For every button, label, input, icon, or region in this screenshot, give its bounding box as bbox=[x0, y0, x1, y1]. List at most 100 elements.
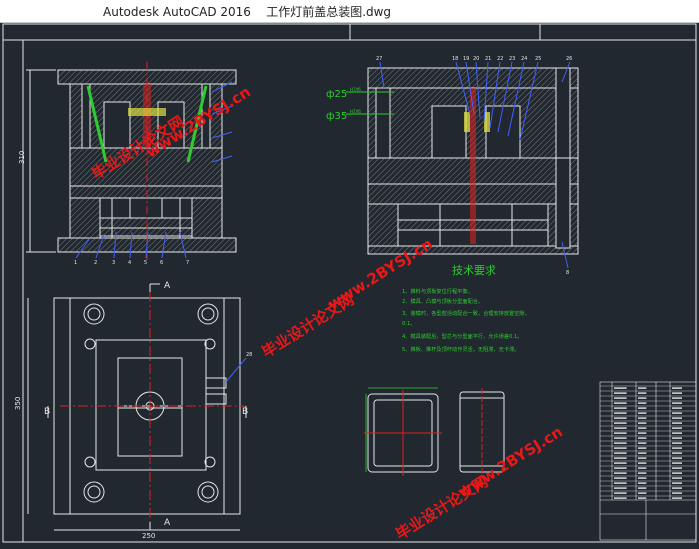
section-b-left: B bbox=[44, 407, 50, 417]
bom-cell-text bbox=[638, 437, 647, 439]
bom-cell-text bbox=[614, 462, 627, 464]
tech-note-1: 1、推料与顶板复位行程平衡。 bbox=[402, 287, 473, 295]
bom-cell-text bbox=[638, 412, 647, 414]
bom-cell-text bbox=[614, 417, 627, 419]
bom-cell-text bbox=[672, 452, 682, 454]
balloon-4: 4 bbox=[128, 260, 131, 266]
right-sprue bbox=[470, 88, 476, 244]
bom-cell-text bbox=[614, 497, 627, 499]
bom-cell-text bbox=[672, 412, 682, 414]
bom-cell-text bbox=[672, 432, 682, 434]
bom-cell-text bbox=[638, 427, 647, 429]
dim-plan-height: 350 bbox=[14, 397, 22, 410]
left-balloons: 1 2 3 4 5 6 7 bbox=[74, 260, 189, 266]
tech-note-6: 5、推板、推杆及顶杆动作灵活，无阻滞，无卡滞。 bbox=[402, 345, 519, 353]
bom-cell-text bbox=[638, 452, 647, 454]
bom-cell-text bbox=[672, 427, 682, 429]
bom-cell-text bbox=[638, 442, 647, 444]
bom-cell-text bbox=[638, 407, 647, 409]
bom-cell-text bbox=[638, 402, 647, 404]
dim-plan-width: 250 bbox=[142, 532, 155, 540]
dim-phi-25: ф25 bbox=[326, 89, 347, 100]
bom-cell-text bbox=[638, 497, 647, 499]
balloon-18: 18 bbox=[452, 56, 458, 62]
bom-cell-text bbox=[614, 397, 627, 399]
bom-cell-text bbox=[672, 467, 682, 469]
dim-left-height: 310 bbox=[18, 151, 26, 164]
bom-cell-text bbox=[638, 447, 647, 449]
bom-cell-text bbox=[638, 457, 647, 459]
window-title: Autodesk AutoCAD 2016 工作灯前盖总装图.dwg bbox=[103, 3, 391, 20]
plan-leader bbox=[225, 357, 247, 383]
plan-dimensions bbox=[27, 298, 240, 531]
dimension-left-height bbox=[26, 69, 56, 253]
bom-cell-text bbox=[638, 417, 647, 419]
balloon-26: 26 bbox=[566, 56, 572, 62]
bom-cell-text bbox=[672, 447, 682, 449]
file-name: 工作灯前盖总装图.dwg bbox=[266, 5, 392, 19]
bom-cell-text bbox=[672, 397, 682, 399]
bom-cell-text bbox=[614, 402, 627, 404]
balloon-27: 27 bbox=[376, 56, 382, 62]
plan-section-marks bbox=[47, 283, 247, 531]
tech-note-2: 2、模具、凸模与顶板分型面配合。 bbox=[402, 297, 483, 305]
bom-cell-text bbox=[672, 477, 682, 479]
part-front-centerlines bbox=[364, 390, 442, 476]
bom-cell-text bbox=[614, 407, 627, 409]
bom-cell-text bbox=[614, 447, 627, 449]
bom-cell-text bbox=[672, 402, 682, 404]
bom-cell-text bbox=[638, 392, 647, 394]
balloon-2: 2 bbox=[94, 260, 97, 266]
balloon-8: 8 bbox=[566, 270, 569, 276]
tech-requirements-notes: 1、推料与顶板复位行程平衡。 2、模具、凸模与顶板分型面配合。 3、装模时，各型… bbox=[402, 287, 530, 353]
bom-cell-text bbox=[638, 492, 647, 494]
bom-cell-text bbox=[614, 467, 627, 469]
tech-note-3: 3、装模时，各型腔活动配合一致，合理安排放置空隙， bbox=[402, 309, 530, 317]
bom-cell-text bbox=[672, 462, 682, 464]
window-titlebar: Autodesk AutoCAD 2016 工作灯前盖总装图.dwg bbox=[0, 0, 699, 23]
bom-cell-text bbox=[614, 442, 627, 444]
balloon-1: 1 bbox=[74, 260, 77, 266]
bom-cell-text bbox=[614, 412, 627, 414]
bom-cell-text bbox=[638, 422, 647, 424]
balloon-7: 7 bbox=[186, 260, 189, 266]
bom-cell-text bbox=[638, 387, 647, 389]
balloon-23: 23 bbox=[509, 56, 515, 62]
plan-centerlines bbox=[60, 292, 246, 522]
bom-cell-text bbox=[672, 457, 682, 459]
drawing-canvas[interactable]: 310 1 2 3 4 5 6 7 18 19 20 21 22 23 24 2… bbox=[0, 22, 699, 545]
part-front-dims bbox=[365, 387, 438, 472]
section-b-right: B bbox=[242, 407, 248, 417]
tech-note-5: 4、模具装配后，型芯与分型面平行，允许误差0.1。 bbox=[402, 332, 523, 340]
balloon-20: 20 bbox=[473, 56, 479, 62]
bom-cell-text bbox=[672, 437, 682, 439]
app-name: Autodesk AutoCAD 2016 bbox=[103, 5, 251, 19]
bom-cell-text bbox=[614, 452, 627, 454]
balloon-28: 28 bbox=[246, 352, 252, 358]
bom-cell-text bbox=[672, 472, 682, 474]
tech-requirements-title: 技术要求 bbox=[452, 264, 496, 277]
bom-cell-text bbox=[614, 392, 627, 394]
balloon-3: 3 bbox=[112, 260, 115, 266]
bom-cell-text bbox=[638, 477, 647, 479]
bom-cell-text bbox=[638, 472, 647, 474]
bom-cell-text bbox=[672, 497, 682, 499]
bom-cell-text bbox=[638, 467, 647, 469]
balloon-19: 19 bbox=[463, 56, 469, 62]
watermark-url-3: www.2BYSJ.cn bbox=[455, 423, 566, 502]
bom-cell-text bbox=[614, 472, 627, 474]
balloon-22: 22 bbox=[497, 56, 503, 62]
bom-cell-text bbox=[672, 417, 682, 419]
balloon-6: 6 bbox=[160, 260, 163, 266]
balloon-21: 21 bbox=[485, 56, 491, 62]
bom-cell-text bbox=[638, 397, 647, 399]
balloon-5: 5 bbox=[144, 260, 147, 266]
bom-cell-text bbox=[638, 482, 647, 484]
bom-row-fills bbox=[614, 387, 682, 499]
bom-cell-text bbox=[638, 432, 647, 434]
bom-cell-text bbox=[672, 492, 682, 494]
bom-cell-text bbox=[638, 487, 647, 489]
tech-note-4: 0.1。 bbox=[402, 321, 415, 327]
bom-cell-text bbox=[672, 407, 682, 409]
dim-phi-35: ф35 bbox=[326, 111, 347, 122]
